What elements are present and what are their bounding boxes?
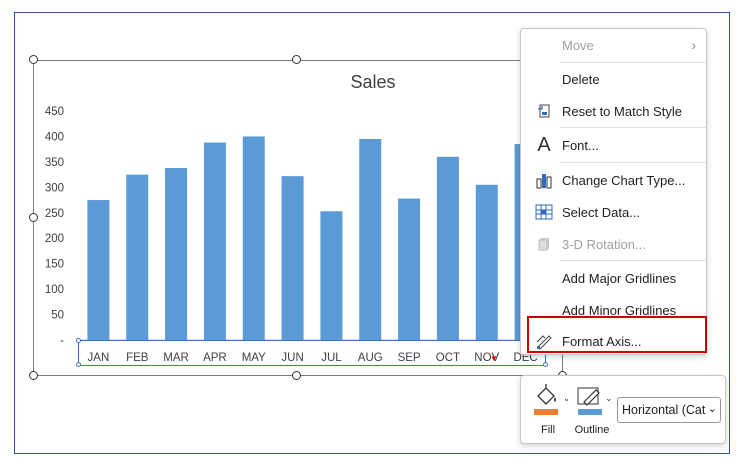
bar-jul[interactable] — [320, 211, 343, 340]
y-tick-label: 400 — [45, 131, 64, 143]
paint-bucket-icon: ⌄ — [534, 384, 571, 415]
bar-feb[interactable] — [126, 174, 149, 340]
menu-item-delete[interactable]: Delete — [521, 65, 706, 93]
bar-nov[interactable] — [475, 184, 498, 340]
fill-label: Fill — [540, 424, 556, 436]
menu-separator — [559, 162, 706, 163]
menu-separator — [559, 62, 706, 63]
menu-separator — [559, 127, 706, 128]
y-tick-label: 150 — [45, 259, 64, 271]
pen-outline-icon: ⌄ — [577, 387, 613, 415]
bar-oct[interactable] — [436, 156, 459, 340]
menu-item-add-major-gridlines[interactable]: Add Major Gridlines — [521, 264, 706, 292]
bar-sep[interactable] — [398, 198, 421, 340]
rotation-3d-icon — [535, 235, 553, 253]
bar-jan[interactable] — [87, 200, 110, 340]
menu-item-label: 3-D Rotation... — [562, 236, 646, 252]
fill-button[interactable]: ⌄ Fill — [528, 382, 571, 440]
bar-mar[interactable] — [165, 167, 188, 340]
select-data-icon — [535, 203, 553, 221]
cursor-pointer-icon: ▼ — [490, 354, 498, 363]
bar-aug[interactable] — [359, 138, 382, 340]
font-icon: A — [537, 133, 551, 156]
y-tick-label: 300 — [45, 182, 64, 194]
chart-type-icon — [535, 171, 553, 189]
y-tick-label: 50 — [51, 310, 64, 322]
y-tick-label: 250 — [45, 208, 64, 220]
chevron-right-icon: › — [691, 37, 696, 53]
menu-item-label: Move — [562, 37, 594, 53]
context-menu: Move › Delete Reset to Match Style A Fon… — [520, 28, 707, 355]
menu-item-label: Delete — [562, 71, 600, 87]
axis-handle-top-left[interactable] — [76, 338, 81, 343]
outline-label: Outline — [574, 424, 610, 436]
chart-element-select-value: Horizontal (Cat — [622, 403, 706, 417]
reset-style-icon — [535, 102, 553, 120]
menu-item-label: Change Chart Type... — [562, 172, 686, 188]
bar-apr[interactable] — [203, 142, 226, 340]
menu-item-change-chart-type[interactable]: Change Chart Type... — [521, 166, 706, 194]
y-tick-label: 100 — [45, 284, 64, 296]
menu-item-font[interactable]: A Font... — [521, 131, 706, 159]
menu-item-reset-to-match-style[interactable]: Reset to Match Style — [521, 97, 706, 125]
y-tick-label: - — [60, 335, 64, 347]
bar-jun[interactable] — [281, 176, 304, 340]
menu-item-label: Reset to Match Style — [562, 103, 682, 119]
menu-item-label: Font... — [562, 137, 599, 153]
highlight-box — [527, 316, 707, 353]
svg-text:⌄: ⌄ — [563, 394, 568, 404]
menu-item-move[interactable]: Move › — [521, 31, 706, 59]
menu-item-3d-rotation[interactable]: 3-D Rotation... — [521, 230, 706, 258]
menu-separator — [559, 260, 706, 261]
axis-handle-bottom-right[interactable] — [543, 362, 548, 367]
y-tick-label: 350 — [45, 157, 64, 169]
y-tick-label: 450 — [45, 106, 64, 118]
menu-item-label: Select Data... — [562, 204, 641, 220]
menu-item-label: Add Major Gridlines — [562, 270, 677, 286]
bar-may[interactable] — [242, 136, 265, 340]
mini-toolbar: ⌄ Fill ⌄ Outline Horizontal (Cat ⌄ — [520, 375, 726, 444]
chart-element-select[interactable]: Horizontal (Cat ⌄ — [617, 397, 721, 423]
horizontal-axis-selection[interactable] — [78, 340, 546, 366]
menu-item-select-data[interactable]: Select Data... — [521, 198, 706, 226]
chevron-down-icon: ⌄ — [705, 402, 717, 415]
svg-text:⌄: ⌄ — [605, 394, 612, 404]
axis-handle-bottom-left[interactable] — [76, 362, 81, 367]
y-tick-label: 200 — [45, 233, 64, 245]
outline-button[interactable]: ⌄ Outline — [572, 382, 613, 440]
